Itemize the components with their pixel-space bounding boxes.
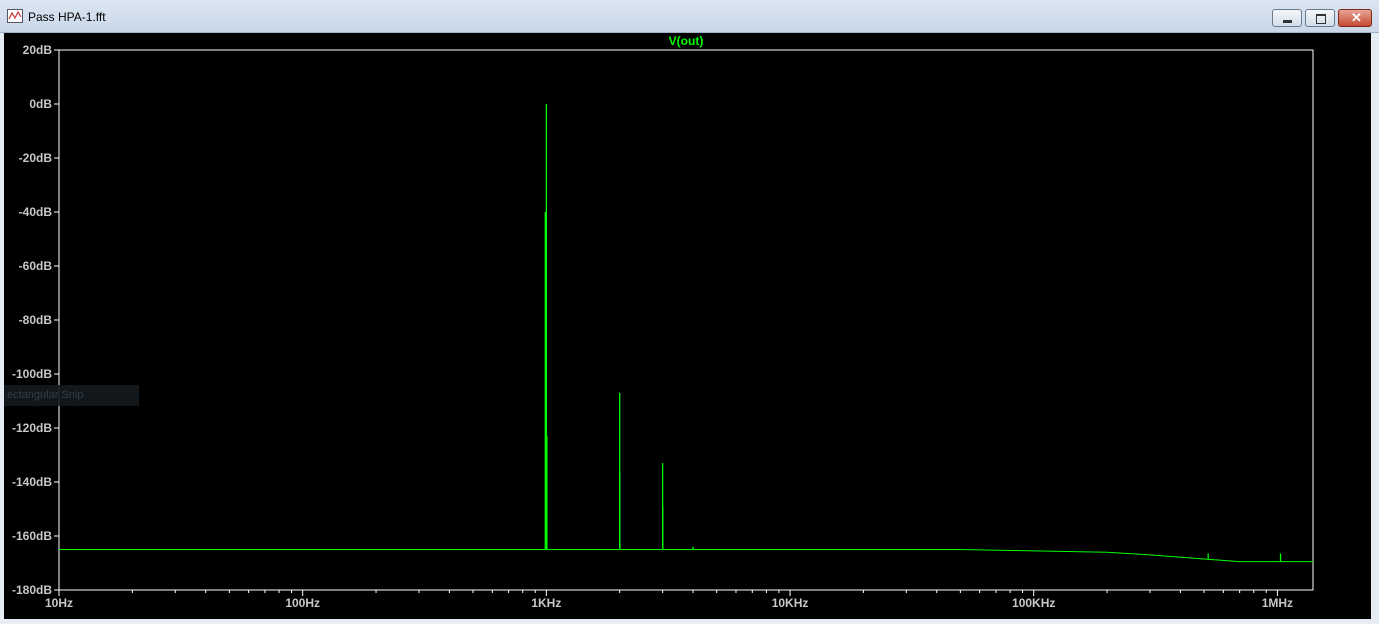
plot-frame (58, 49, 1314, 591)
minimize-button[interactable] (1272, 9, 1302, 27)
x-tick-label: 1MHz (1262, 596, 1293, 610)
y-tick-label: -160dB (12, 529, 52, 543)
close-button[interactable]: ✕ (1338, 9, 1372, 27)
y-tick-label: -140dB (12, 475, 52, 489)
chart-title: V(out) (669, 34, 704, 48)
y-tick-label: -60dB (19, 259, 53, 273)
y-tick-label: -120dB (12, 421, 52, 435)
restore-icon (1316, 14, 1326, 24)
x-tick-label: 100KHz (1012, 596, 1055, 610)
waveform-window: Pass HPA-1.fft ✕ V(out) 20dB 0dB -20dB -40dB… (0, 0, 1379, 623)
x-tick-label: 10KHz (772, 596, 809, 610)
waveform-app-icon (7, 9, 23, 23)
title-bar[interactable]: Pass HPA-1.fft ✕ (0, 0, 1379, 33)
plot-pane[interactable]: V(out) 20dB 0dB -20dB -40dB -60dB -80dB -100dB -… (4, 33, 1371, 619)
close-icon: ✕ (1351, 10, 1362, 25)
minimize-icon (1283, 20, 1292, 23)
x-tick-label: 1KHz (531, 596, 561, 610)
y-tick-label: -180dB (12, 583, 52, 597)
y-tick-label: 0dB (29, 97, 52, 111)
fft-chart[interactable]: V(out) 20dB 0dB -20dB -40dB -60dB -80dB -100dB -… (4, 33, 1371, 619)
y-tick-label: -40dB (19, 205, 53, 219)
window-title: Pass HPA-1.fft (28, 10, 106, 24)
snipping-tool-overlay: ectangular Snip (4, 385, 139, 406)
y-tick-label: 20dB (23, 43, 53, 57)
y-tick-label: -100dB (12, 367, 52, 381)
trace-noise-floor (59, 549, 1313, 563)
y-tick-label: -80dB (19, 313, 53, 327)
x-tick-label: 100Hz (285, 596, 320, 610)
snip-overlay-text: ectangular Snip (7, 389, 84, 401)
maximize-button[interactable] (1305, 9, 1335, 27)
y-tick-label: -20dB (19, 151, 53, 165)
x-tick-label: 10Hz (45, 596, 73, 610)
